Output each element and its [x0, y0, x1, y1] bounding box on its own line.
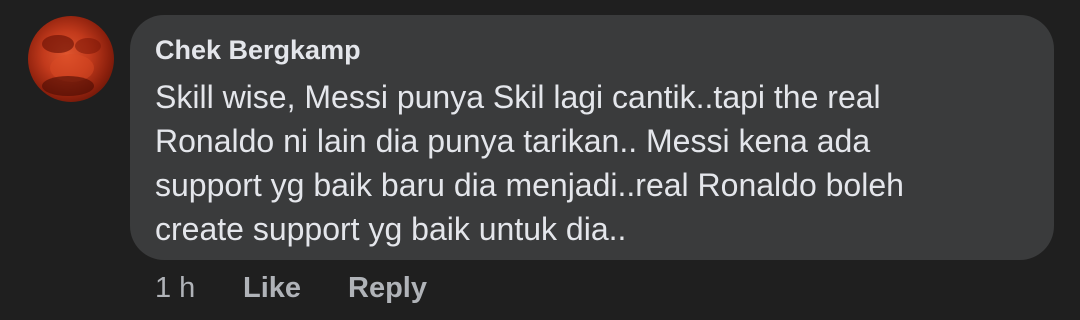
comment-text-line: Ronaldo ni lain dia punya tarikan.. Mess…	[155, 123, 871, 159]
reply-button[interactable]: Reply	[348, 272, 427, 305]
comment-text-line: Skill wise, Messi punya Skil lagi cantik…	[155, 79, 881, 115]
comment-bubble: Chek Bergkamp Skill wise, Messi punya Sk…	[130, 15, 1054, 260]
comment-author[interactable]: Chek Bergkamp	[155, 35, 361, 66]
avatar[interactable]	[28, 16, 114, 102]
comment-timestamp[interactable]: 1 h	[155, 272, 195, 305]
comment-text: Skill wise, Messi punya Skil lagi cantik…	[155, 75, 1025, 251]
comment: Chek Bergkamp Skill wise, Messi punya Sk…	[0, 0, 1080, 320]
avatar-photo-icon	[42, 35, 101, 96]
comment-text-line: support yg baik baru dia menjadi..real R…	[155, 167, 904, 203]
comment-text-line: create support yg baik untuk dia..	[155, 211, 627, 247]
like-button[interactable]: Like	[243, 272, 301, 305]
